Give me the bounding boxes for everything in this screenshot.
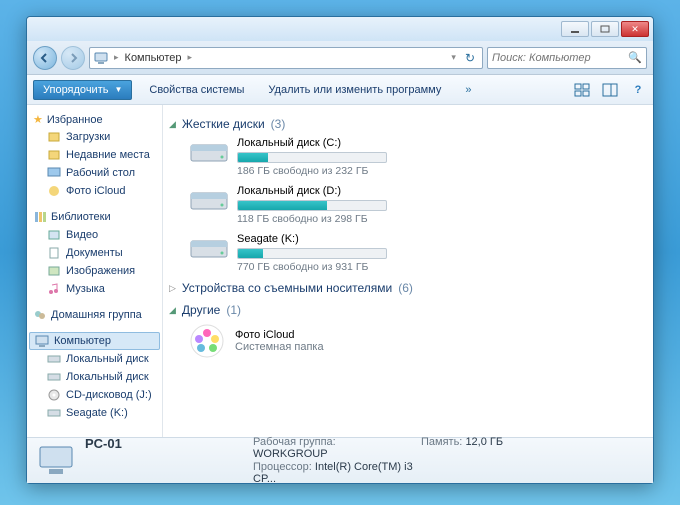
downloads-icon: [47, 130, 61, 144]
chevron-down-icon[interactable]: ▾: [449, 52, 458, 63]
drive-item[interactable]: Локальный диск (D:) 118 ГБ свободно из 29…: [189, 185, 419, 225]
hdd-icon: [47, 352, 61, 366]
computer-icon: [35, 334, 49, 348]
sidebar-item-pictures[interactable]: Изображения: [29, 262, 160, 280]
libraries-icon: [33, 210, 47, 224]
capacity-bar: [237, 152, 387, 163]
category-hard-drives[interactable]: ◢ Жесткие диски (3): [169, 117, 643, 131]
hdd-large-icon: [189, 233, 229, 263]
search-input[interactable]: [492, 52, 628, 64]
cpu-label: Процессор:: [253, 461, 312, 473]
search-box[interactable]: 🔍: [487, 47, 647, 69]
expand-triangle-icon: ◢: [169, 119, 176, 130]
sidebar-item-icloud-photos[interactable]: Фото iCloud: [29, 182, 160, 200]
video-icon: [47, 228, 61, 242]
hdd-large-icon: [189, 137, 229, 167]
capacity-bar: [237, 200, 387, 211]
sidebar-item-seagate[interactable]: Seagate (K:): [29, 404, 160, 422]
tiles-icon: [574, 83, 590, 97]
capacity-bar: [237, 248, 387, 259]
desktop-icon: [47, 166, 61, 180]
pictures-icon: [47, 264, 61, 278]
organize-button[interactable]: Упорядочить▼: [33, 80, 132, 100]
sidebar-item-desktop[interactable]: Рабочий стол: [29, 164, 160, 182]
other-item-icloud[interactable]: Фото iCloud Системная папка: [169, 323, 643, 359]
drive-name: Локальный диск (D:): [237, 185, 419, 197]
sidebar-item-downloads[interactable]: Загрузки: [29, 128, 160, 146]
arrow-right-icon: [67, 52, 79, 64]
address-bar[interactable]: ▸ Компьютер ▸ ▾ ↻: [89, 47, 483, 69]
collapse-triangle-icon: ▷: [169, 283, 176, 294]
other-item-subtitle: Системная папка: [235, 341, 324, 353]
explorer-window: ✕ ▸ Компьютер ▸ ▾ ↻ 🔍 Упорядочить▼ Сво: [26, 16, 654, 484]
hdd-icon: [47, 406, 61, 420]
maximize-button[interactable]: [591, 21, 619, 37]
workgroup-value: WORKGROUP: [253, 448, 328, 460]
memory-label: Память:: [421, 436, 462, 448]
sidebar-item-music[interactable]: Музыка: [29, 280, 160, 298]
window-body: ★ Избранное Загрузки Недавние места Рабо…: [27, 105, 653, 437]
sidebar-item-cd-drive[interactable]: CD-дисковод (J:): [29, 386, 160, 404]
icloud-photos-icon: [189, 323, 225, 359]
star-icon: ★: [33, 113, 43, 126]
other-item-name: Фото iCloud: [235, 329, 324, 341]
back-button[interactable]: [33, 46, 57, 70]
category-other[interactable]: ◢ Другие (1): [169, 303, 643, 317]
libraries-header[interactable]: Библиотеки: [29, 208, 160, 226]
help-button[interactable]: ?: [629, 81, 647, 99]
category-removable[interactable]: ▷ Устройства со съемными носителями (6): [169, 281, 643, 295]
toolbar-overflow-button[interactable]: »: [458, 81, 478, 99]
drive-free-text: 186 ГБ свободно из 232 ГБ: [237, 165, 419, 177]
expand-triangle-icon: ◢: [169, 305, 176, 316]
toolbar: Упорядочить▼ Свойства системы Удалить ил…: [27, 75, 653, 105]
system-properties-button[interactable]: Свойства системы: [142, 81, 251, 99]
cd-icon: [47, 388, 61, 402]
breadcrumb-computer[interactable]: Компьютер: [125, 52, 182, 64]
pane-icon: [602, 83, 618, 97]
drive-name: Локальный диск (C:): [237, 137, 419, 149]
computer-icon: [94, 51, 108, 65]
memory-value: 12,0 ГБ: [465, 436, 503, 448]
homegroup-header[interactable]: Домашняя группа: [29, 306, 160, 324]
forward-button[interactable]: [61, 46, 85, 70]
chevron-right-icon: ▸: [112, 52, 121, 63]
navigation-pane: ★ Избранное Загрузки Недавние места Рабо…: [27, 105, 163, 437]
sidebar-item-local-disk-c[interactable]: Локальный диск: [29, 350, 160, 368]
titlebar: ✕: [27, 17, 653, 41]
uninstall-program-button[interactable]: Удалить или изменить программу: [261, 81, 448, 99]
music-icon: [47, 282, 61, 296]
drive-free-text: 118 ГБ свободно из 298 ГБ: [237, 213, 419, 225]
minimize-button[interactable]: [561, 21, 589, 37]
sidebar-item-videos[interactable]: Видео: [29, 226, 160, 244]
nav-bar: ▸ Компьютер ▸ ▾ ↻ 🔍: [27, 41, 653, 75]
arrow-left-icon: [39, 52, 51, 64]
pc-name: PC-01: [85, 436, 245, 460]
sidebar-item-recent[interactable]: Недавние места: [29, 146, 160, 164]
drive-name: Seagate (K:): [237, 233, 419, 245]
drive-item[interactable]: Локальный диск (C:) 186 ГБ свободно из 23…: [189, 137, 419, 177]
hard-drives-list: Локальный диск (C:) 186 ГБ свободно из 23…: [169, 137, 643, 273]
recent-icon: [47, 148, 61, 162]
hdd-icon: [47, 370, 61, 384]
sidebar-item-local-disk-d[interactable]: Локальный диск: [29, 368, 160, 386]
refresh-button[interactable]: ↻: [462, 51, 478, 65]
sidebar-item-computer[interactable]: Компьютер: [29, 332, 160, 350]
status-bar: PC-01 Рабочая группа: WORKGROUP Память: …: [27, 437, 653, 483]
homegroup-icon: [33, 308, 47, 322]
drive-item[interactable]: Seagate (K:) 770 ГБ свободно из 931 ГБ: [189, 233, 419, 273]
preview-pane-button[interactable]: [601, 81, 619, 99]
documents-icon: [47, 246, 61, 260]
icloud-icon: [47, 184, 61, 198]
chevron-right-icon: ▸: [185, 52, 194, 63]
hdd-large-icon: [189, 185, 229, 215]
drive-free-text: 770 ГБ свободно из 931 ГБ: [237, 261, 419, 273]
content-pane: ◢ Жесткие диски (3) Локальный диск (C:) 1…: [163, 105, 653, 437]
search-icon: 🔍: [628, 51, 642, 64]
close-button[interactable]: ✕: [621, 21, 649, 37]
view-mode-button[interactable]: [573, 81, 591, 99]
sidebar-item-documents[interactable]: Документы: [29, 244, 160, 262]
workgroup-label: Рабочая группа:: [253, 436, 336, 448]
computer-large-icon: [37, 443, 75, 479]
favorites-header[interactable]: ★ Избранное: [29, 111, 160, 128]
